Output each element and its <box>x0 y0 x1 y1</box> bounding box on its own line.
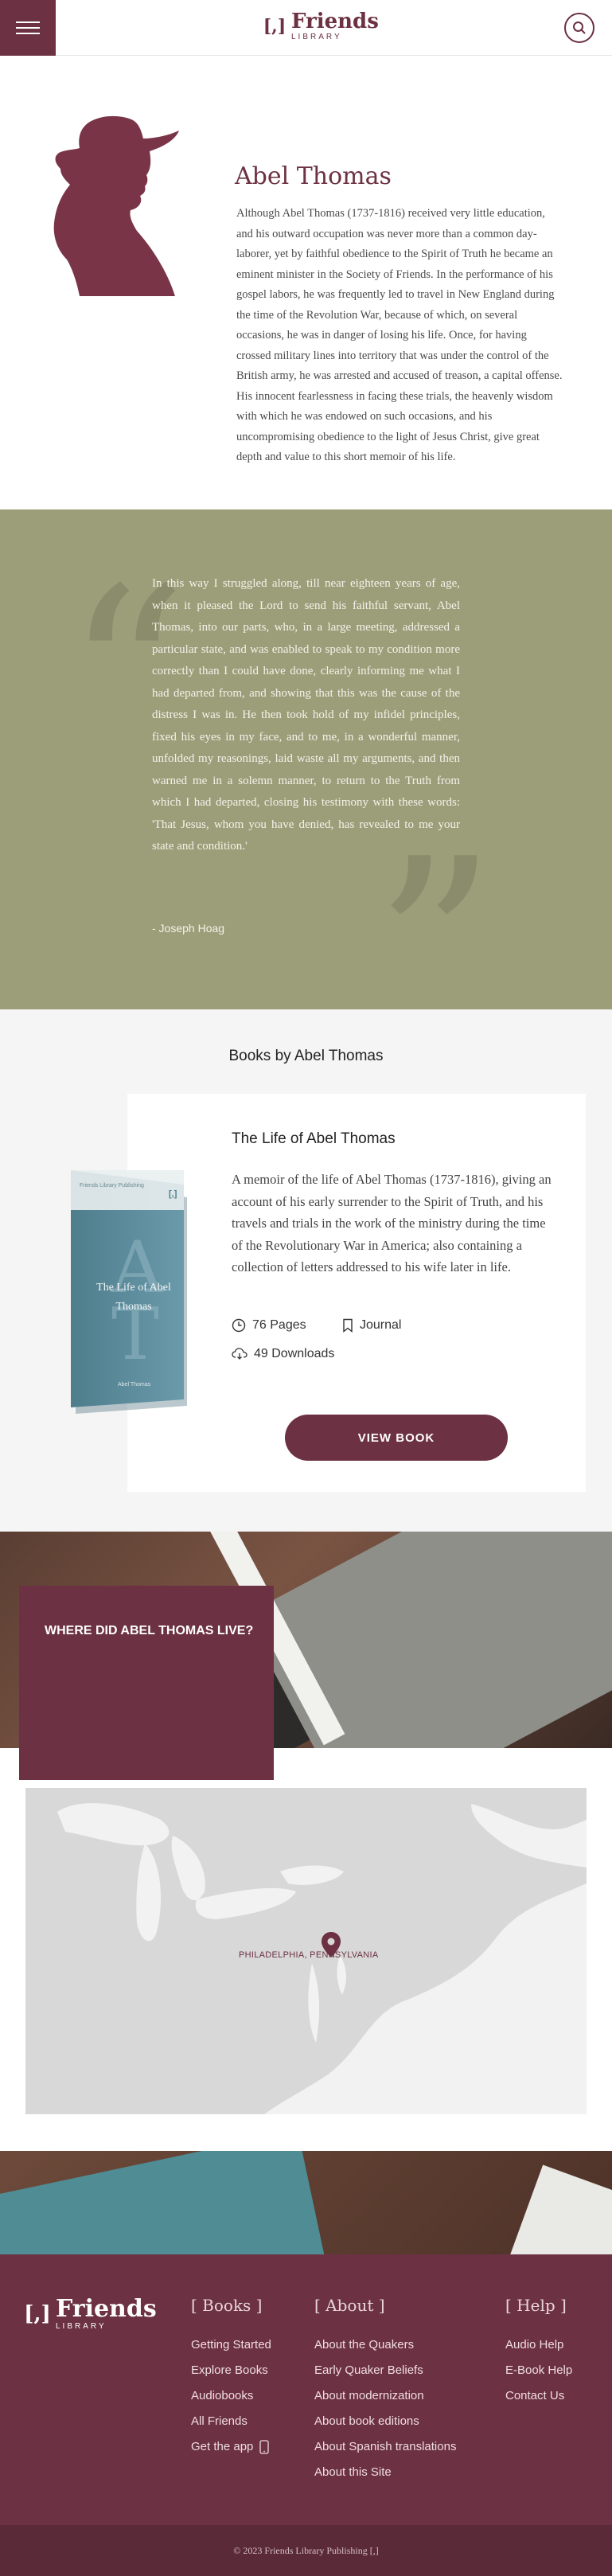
footer-logo-name: Friends <box>56 2295 157 2323</box>
footer-logo[interactable]: [,] Friends LIBRARY <box>24 2295 157 2331</box>
book-pages-label: 76 Pages <box>252 1318 306 1332</box>
book-edition-label: Journal <box>360 1318 402 1332</box>
logo-name: Friends <box>291 10 379 33</box>
quote-text: In this way I struggled along, till near… <box>152 577 460 853</box>
footer-link-about-book-editions[interactable]: About book editions <box>314 2409 456 2434</box>
footer-heading-books: [ Books ] <box>191 2296 263 2315</box>
footer-link-audiobooks[interactable]: Audiobooks <box>191 2383 271 2409</box>
footer-heading-about: [ About ] <box>314 2296 385 2315</box>
footer-link-get-the-app-label: Get the app <box>191 2440 254 2453</box>
footer-logo-mark-icon: [,] <box>24 2302 51 2326</box>
footer-link-early-quaker-beliefs[interactable]: Early Quaker Beliefs <box>314 2358 456 2383</box>
where-title: WHERE DID ABEL THOMAS LIVE? <box>45 1624 254 1637</box>
footer-photo <box>0 2151 612 2254</box>
bookmark-icon <box>343 1318 353 1333</box>
menu-icon-bar <box>16 33 40 34</box>
book-downloads: 49 Downloads <box>232 1347 334 1361</box>
location-map[interactable]: PHILADELPHIA, PENNSYLVANIA <box>25 1788 587 2114</box>
search-button[interactable] <box>564 13 594 43</box>
testimonial-section: “ ” In this way I struggled along, till … <box>0 509 612 1067</box>
search-icon <box>573 21 586 34</box>
footer-link-about-spanish[interactable]: About Spanish translations <box>314 2434 456 2460</box>
book-title[interactable]: The Life of Abel Thomas <box>232 1130 396 1148</box>
view-book-button[interactable]: VIEW BOOK <box>285 1415 508 1461</box>
book-cover-title: The Life of Abel Thomas <box>96 1282 171 1313</box>
footer-link-ebook-help[interactable]: E-Book Help <box>505 2358 572 2383</box>
footer-link-get-the-app[interactable]: Get the app <box>191 2434 271 2460</box>
book-cover-author: Abel Thomas <box>118 1382 151 1388</box>
footer-link-audio-help[interactable]: Audio Help <box>505 2332 572 2358</box>
book-edition: Journal <box>342 1318 401 1333</box>
footer-col-about: [ About ] About the Quakers Early Quaker… <box>314 2296 456 2485</box>
book-cover-publisher: Friends Library Publishing <box>80 1183 144 1188</box>
site-logo[interactable]: [,] Friends LIBRARY <box>263 11 379 41</box>
footer-link-about-modernization[interactable]: About modernization <box>314 2383 456 2409</box>
menu-button[interactable] <box>0 0 56 56</box>
site-footer: [,] Friends LIBRARY [ Books ] Getting St… <box>0 2254 612 2525</box>
menu-icon-bar <box>16 27 40 29</box>
author-hero: Abel Thomas Although Abel Thomas (1737-1… <box>0 56 612 509</box>
footer-col-help: [ Help ] Audio Help E-Book Help Contact … <box>505 2296 572 2409</box>
book-downloads-label: 49 Downloads <box>254 1347 335 1360</box>
footer-link-contact[interactable]: Contact Us <box>505 2383 572 2409</box>
book-description: A memoir of the life of Abel Thomas (173… <box>232 1172 552 1274</box>
footer-link-getting-started[interactable]: Getting Started <box>191 2332 271 2358</box>
footer-link-about-site[interactable]: About this Site <box>314 2460 456 2485</box>
quote-author: - Joseph Hoag <box>152 922 225 935</box>
author-bio: Although Abel Thomas (1737-1816) receive… <box>236 207 563 463</box>
map-location-label: PHILADELPHIA, PENNSYLVANIA <box>239 1950 379 1960</box>
where-section: WHERE DID ABEL THOMAS LIVE? PHILADELPHIA… <box>0 1532 612 2151</box>
footer-col-books: [ Books ] Getting Started Explore Books … <box>191 2296 271 2460</box>
footer-link-explore-books[interactable]: Explore Books <box>191 2358 271 2383</box>
author-silhouette-icon <box>53 115 180 296</box>
book-cover-mark: [,] <box>169 1189 177 1199</box>
footer-link-about-quakers[interactable]: About the Quakers <box>314 2332 456 2358</box>
author-name: Abel Thomas <box>235 162 392 190</box>
books-section: Books by Abel Thomas Friends Library Pub… <box>0 1009 612 1532</box>
copyright-text: © 2023 Friends Library Publishing [,] <box>233 2544 379 2556</box>
phone-icon <box>259 2440 270 2454</box>
footer-link-all-friends[interactable]: All Friends <box>191 2409 271 2434</box>
logo-mark-icon: [,] <box>263 16 287 37</box>
clock-icon <box>232 1318 246 1333</box>
menu-icon-bar <box>16 21 40 23</box>
where-heading-box: WHERE DID ABEL THOMAS LIVE? <box>19 1586 274 1780</box>
site-header: [,] Friends LIBRARY <box>0 0 612 56</box>
footer-heading-help: [ Help ] <box>505 2296 567 2315</box>
books-section-title: Books by Abel Thomas <box>228 1048 384 1064</box>
logo-sub: LIBRARY <box>291 33 342 41</box>
book-pages: 76 Pages <box>232 1318 306 1333</box>
cloud-download-icon <box>232 1348 248 1360</box>
footer-logo-sub: LIBRARY <box>56 2322 107 2331</box>
copyright-bar: © 2023 Friends Library Publishing [,] <box>0 2525 612 2576</box>
